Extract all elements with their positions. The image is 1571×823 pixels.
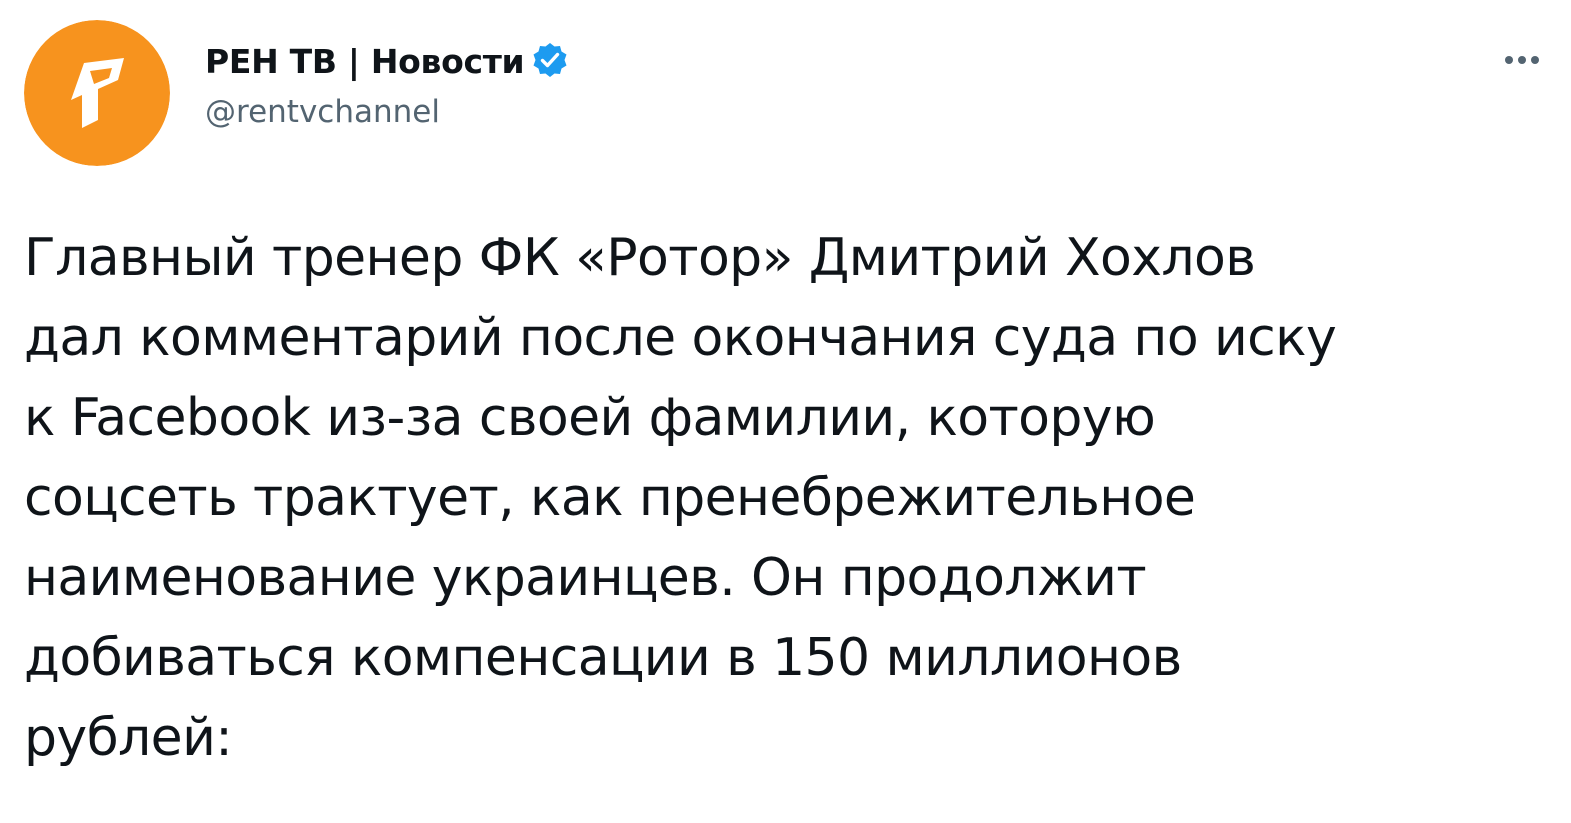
author-display-name[interactable]: РЕН ТВ | Новости — [205, 42, 525, 81]
more-dots-icon — [1505, 56, 1539, 64]
more-options-button[interactable] — [1494, 40, 1550, 80]
tweet-text: Главный тренер ФК «Ротор» Дмитрий Хохлов… — [24, 228, 1337, 768]
tweet-card: РЕН ТВ | Новости @rentvchannel Главный т… — [0, 0, 1571, 823]
user-block: РЕН ТВ | Новости @rentvchannel — [205, 36, 570, 130]
verified-badge-icon — [530, 41, 570, 81]
ren-tv-logo-icon — [24, 20, 170, 166]
author-handle[interactable]: @rentvchannel — [205, 94, 570, 130]
author-name-row[interactable]: РЕН ТВ | Новости — [205, 36, 570, 86]
author-avatar[interactable] — [24, 20, 170, 166]
